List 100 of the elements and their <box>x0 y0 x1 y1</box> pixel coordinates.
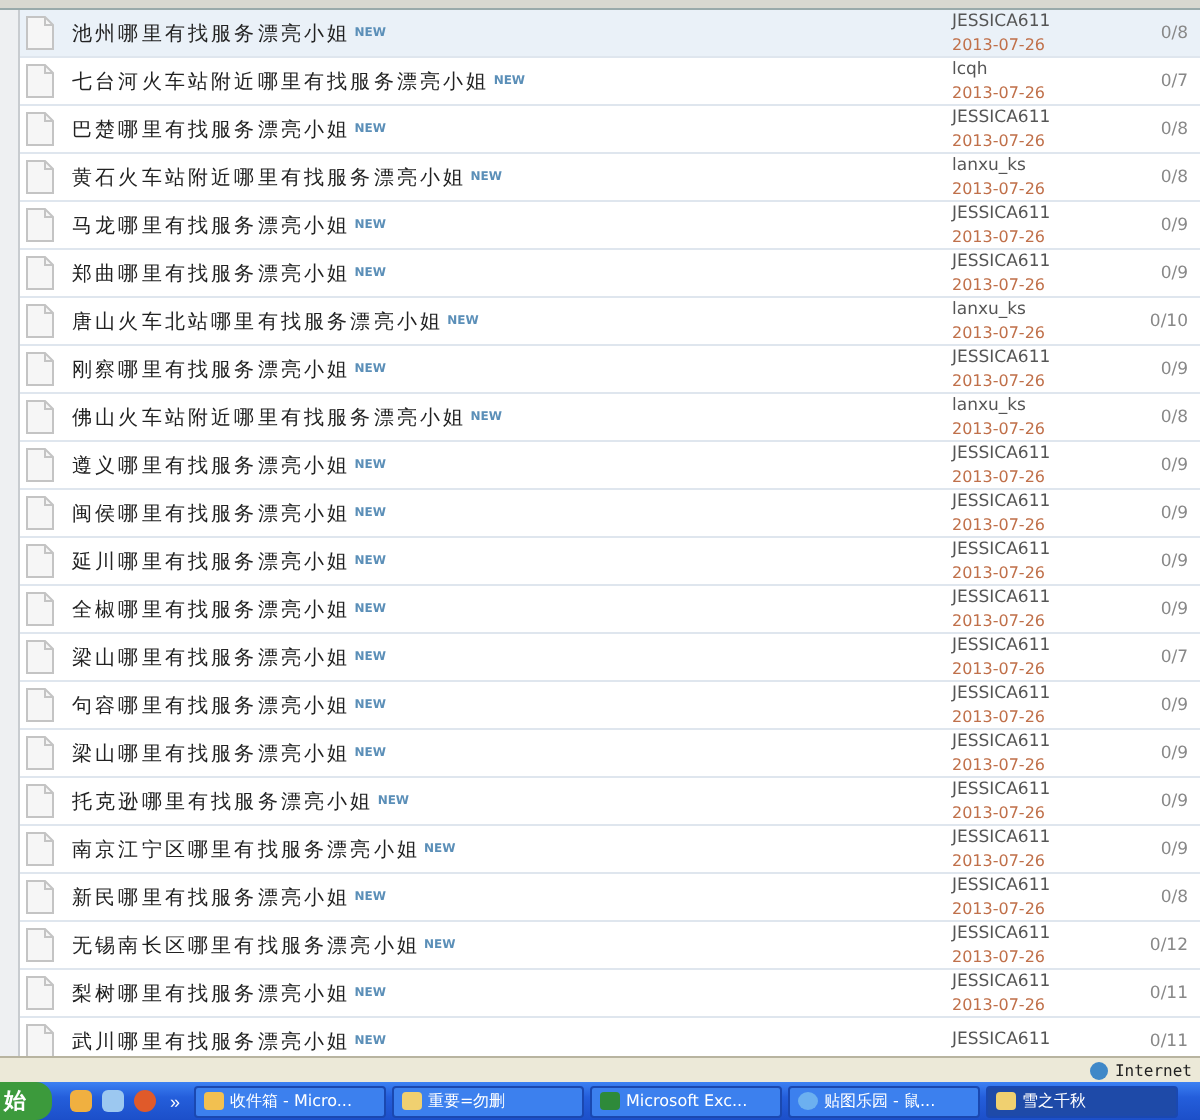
document-icon <box>26 208 54 242</box>
post-date: 2013-07-26 <box>952 609 1047 631</box>
document-icon <box>26 112 54 146</box>
author-link[interactable]: JESSICA611 <box>952 971 1124 993</box>
thread-title-link[interactable]: 托克逊哪里有找服务漂亮小姐 <box>72 787 374 815</box>
author-link[interactable]: JESSICA611 <box>952 731 1124 753</box>
author-link[interactable]: JESSICA611 <box>952 443 1124 465</box>
reply-count: 0/7 <box>1158 647 1188 667</box>
author-link[interactable]: lcqh <box>952 59 1124 81</box>
document-icon <box>26 832 54 866</box>
document-icon <box>26 160 54 194</box>
author-link[interactable]: JESSICA611 <box>952 539 1124 561</box>
post-date: 2013-07-26 <box>952 33 1047 55</box>
document-icon <box>26 64 54 98</box>
author-link[interactable]: JESSICA611 <box>952 491 1124 513</box>
author-link[interactable]: lanxu_ks <box>952 395 1124 417</box>
quick-launch-icon[interactable] <box>102 1090 124 1112</box>
thread-title-link[interactable]: 全椒哪里有找服务漂亮小姐 <box>72 595 351 623</box>
author-link[interactable]: JESSICA611 <box>952 107 1124 129</box>
post-date: 2013-07-26 <box>952 945 1047 967</box>
document-icon <box>26 928 54 962</box>
thread-title-link[interactable]: 巴楚哪里有找服务漂亮小姐 <box>72 115 351 143</box>
author-link[interactable]: JESSICA611 <box>952 1030 1124 1052</box>
author-link[interactable]: JESSICA611 <box>952 251 1124 273</box>
author-link[interactable]: lanxu_ks <box>952 155 1124 177</box>
taskbar-button[interactable]: 雪之千秋 <box>986 1085 1179 1117</box>
post-date: 2013-07-26 <box>952 561 1047 583</box>
thread-title-link[interactable]: 梨树哪里有找服务漂亮小姐 <box>72 979 351 1007</box>
thread-title-link[interactable]: 池州哪里有找服务漂亮小姐 <box>72 19 351 47</box>
document-icon <box>26 448 54 482</box>
author-link[interactable]: JESSICA611 <box>952 635 1124 657</box>
more-button[interactable]: » <box>162 1091 189 1111</box>
reply-count: 0/8 <box>1158 23 1188 43</box>
reply-count: 0/9 <box>1158 839 1188 859</box>
reply-count: 0/8 <box>1158 167 1188 187</box>
post-date: 2013-07-26 <box>952 417 1047 439</box>
document-icon <box>26 400 54 434</box>
author-link[interactable]: JESSICA611 <box>952 203 1124 225</box>
document-icon <box>26 640 54 674</box>
thread-title-link[interactable]: 武川哪里有找服务漂亮小姐 <box>72 1027 351 1055</box>
taskbar-button[interactable]: 收件箱 - Micro... <box>194 1085 387 1117</box>
taskbar-button[interactable]: 重要=勿删 <box>392 1085 585 1117</box>
app-icon <box>798 1092 819 1110</box>
author-link[interactable]: lanxu_ks <box>952 299 1124 321</box>
thread-title-link[interactable]: 南京江宁区哪里有找服务漂亮小姐 <box>72 835 420 863</box>
reply-count: 0/8 <box>1158 119 1188 139</box>
thread-title-link[interactable]: 唐山火车北站哪里有找服务漂亮小姐 <box>72 307 444 335</box>
post-date: 2013-07-26 <box>952 81 1047 103</box>
author-link[interactable]: JESSICA611 <box>952 923 1124 945</box>
author-link[interactable]: JESSICA611 <box>952 683 1124 705</box>
reply-count: 0/9 <box>1158 791 1188 811</box>
app-icon <box>402 1092 423 1110</box>
reply-count: 0/9 <box>1158 359 1188 379</box>
document-icon <box>26 736 54 770</box>
post-date: 2013-07-26 <box>952 225 1047 247</box>
document-icon <box>26 880 54 914</box>
author-link[interactable]: JESSICA611 <box>952 587 1124 609</box>
thread-title-link[interactable]: 七台河火车站附近哪里有找服务漂亮小姐 <box>72 67 490 95</box>
author-link[interactable]: JESSICA611 <box>952 347 1124 369</box>
post-date: 2013-07-26 <box>952 993 1047 1015</box>
taskbar-button[interactable]: Microsoft Exc... <box>590 1085 783 1117</box>
thread-title-link[interactable]: 梁山哪里有找服务漂亮小姐 <box>72 739 351 767</box>
app-icon <box>600 1092 621 1110</box>
reply-count: 0/9 <box>1158 263 1188 283</box>
thread-title-link[interactable]: 闽侯哪里有找服务漂亮小姐 <box>72 499 351 527</box>
post-date: 2013-07-26 <box>952 897 1047 919</box>
thread-title-link[interactable]: 句容哪里有找服务漂亮小姐 <box>72 691 351 719</box>
app-icon <box>996 1092 1017 1110</box>
document-icon <box>26 976 54 1010</box>
document-icon <box>26 256 54 290</box>
thread-title-link[interactable]: 郑曲哪里有找服务漂亮小姐 <box>72 259 351 287</box>
document-icon <box>26 304 54 338</box>
post-date: 2013-07-26 <box>952 705 1047 727</box>
thread-title-link[interactable]: 佛山火车站附近哪里有找服务漂亮小姐 <box>72 403 467 431</box>
thread-title-link[interactable]: 刚察哪里有找服务漂亮小姐 <box>72 355 351 383</box>
thread-title-link[interactable]: 延川哪里有找服务漂亮小姐 <box>72 547 351 575</box>
thread-title-link[interactable]: 马龙哪里有找服务漂亮小姐 <box>72 211 351 239</box>
start-button[interactable]: 始 <box>0 1082 52 1120</box>
thread-title-link[interactable]: 黄石火车站附近哪里有找服务漂亮小姐 <box>72 163 467 191</box>
author-link[interactable]: JESSICA611 <box>952 827 1124 849</box>
thread-title-link[interactable]: 遵义哪里有找服务漂亮小姐 <box>72 451 351 479</box>
quick-launch-icon[interactable] <box>134 1090 156 1112</box>
author-link[interactable]: JESSICA611 <box>952 11 1124 33</box>
document-icon <box>26 496 54 530</box>
reply-count: 0/9 <box>1158 503 1188 523</box>
reply-count: 0/9 <box>1158 455 1188 475</box>
post-date: 2013-07-26 <box>952 177 1047 199</box>
reply-count: 0/9 <box>1158 551 1188 571</box>
reply-count: 0/11 <box>1147 1031 1188 1051</box>
post-date: 2013-07-26 <box>952 129 1047 151</box>
post-date: 2013-07-26 <box>952 321 1047 343</box>
thread-title-link[interactable]: 无锡南长区哪里有找服务漂亮小姐 <box>72 931 420 959</box>
reply-count: 0/8 <box>1158 407 1188 427</box>
taskbar-button[interactable]: 贴图乐园 - 鼠... <box>788 1085 981 1117</box>
thread-title-link[interactable]: 新民哪里有找服务漂亮小姐 <box>72 883 351 911</box>
post-date: 2013-07-26 <box>952 513 1047 535</box>
author-link[interactable]: JESSICA611 <box>952 779 1124 801</box>
quick-launch-icon[interactable] <box>70 1090 92 1112</box>
author-link[interactable]: JESSICA611 <box>952 875 1124 897</box>
thread-title-link[interactable]: 梁山哪里有找服务漂亮小姐 <box>72 643 351 671</box>
